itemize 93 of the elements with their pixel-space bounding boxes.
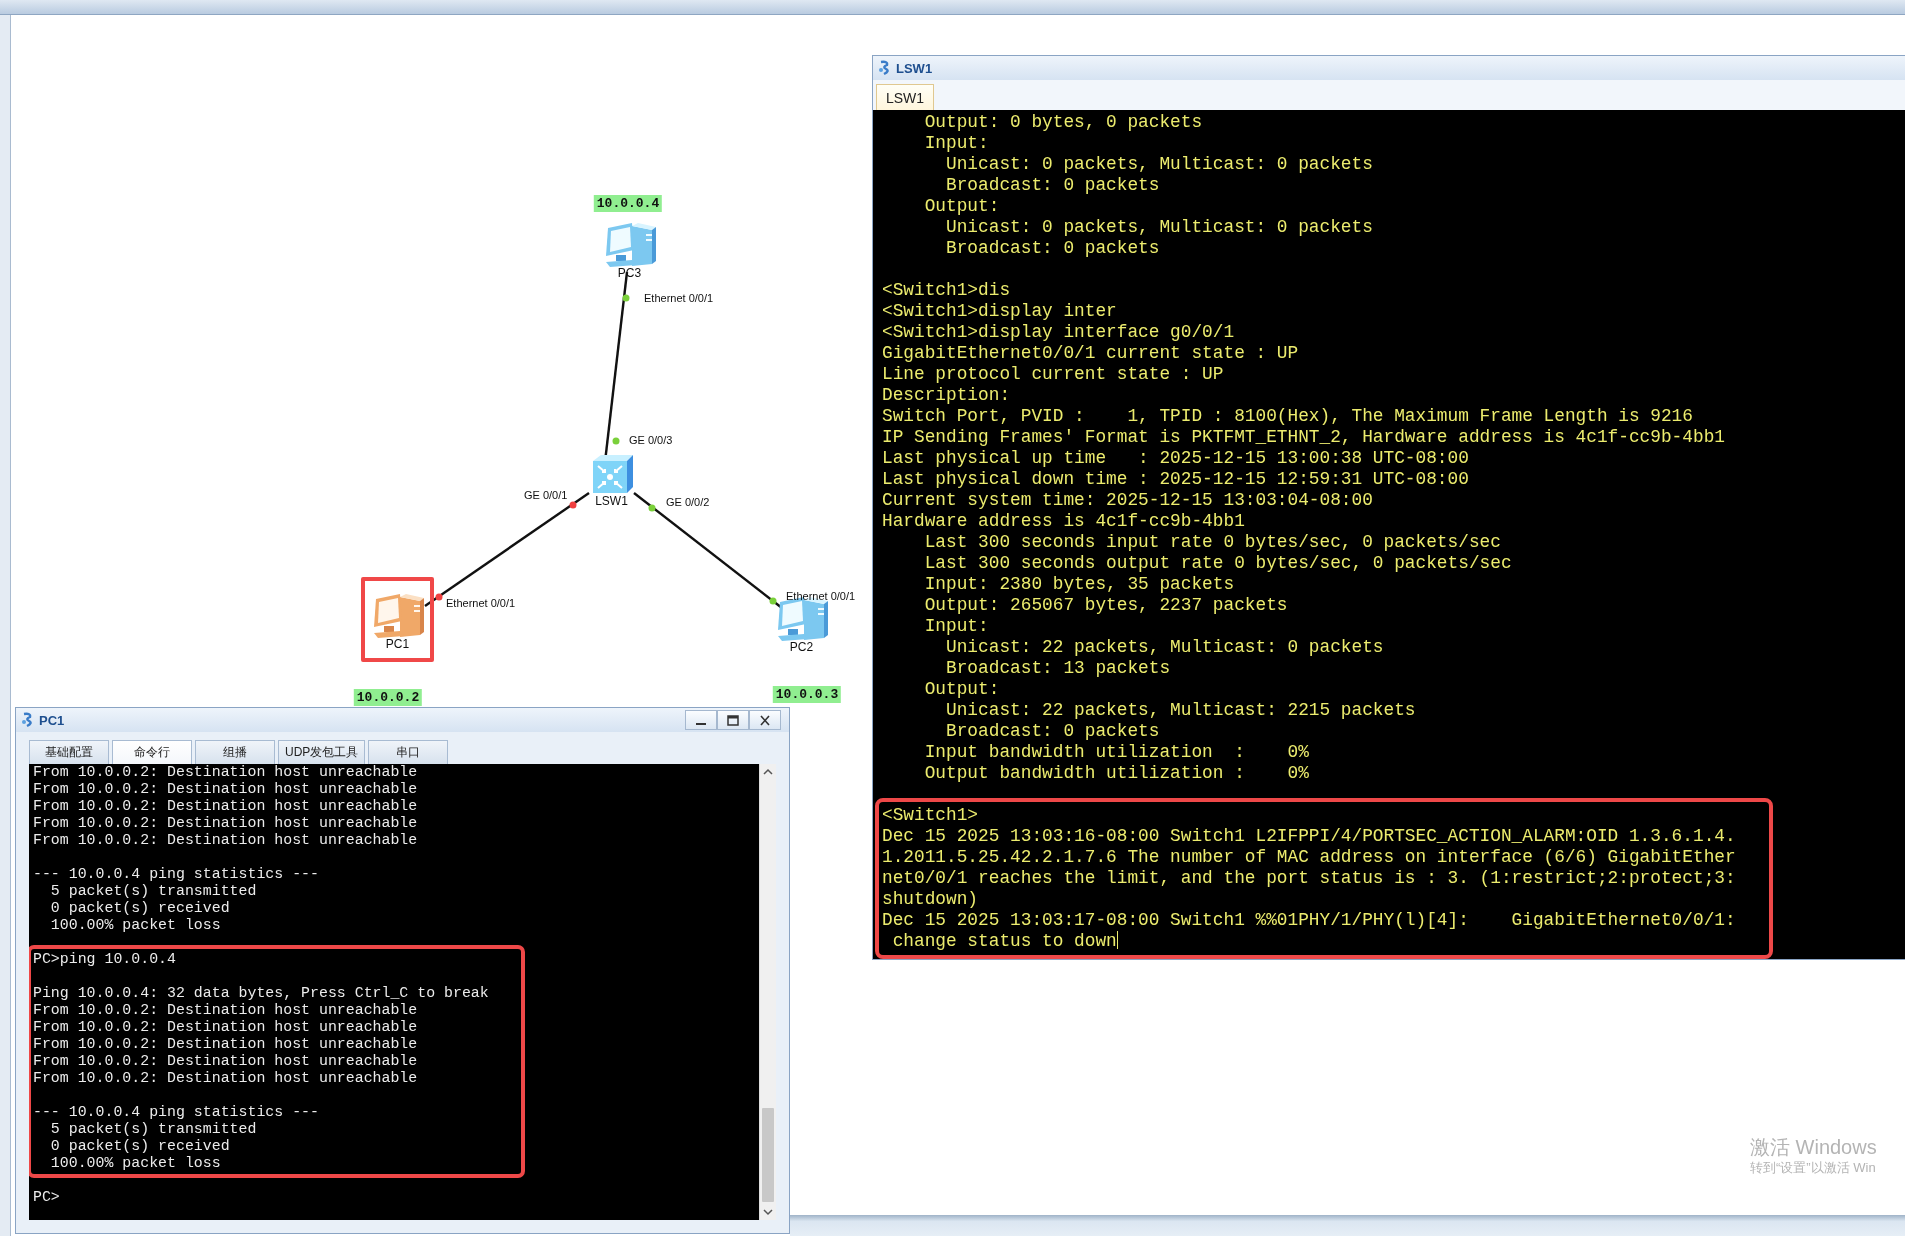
terminal-line: Ping 10.0.0.4: 32 data bytes, Press Ctrl_C to break xyxy=(33,985,489,1001)
device-label: PC1 xyxy=(385,638,410,651)
terminal-line: Output: 265067 bytes, 2237 packets xyxy=(923,595,1288,615)
port-label: GE 0/0/1 xyxy=(524,489,568,502)
tab[interactable]: 组播 xyxy=(195,740,275,764)
terminal-line: Input: xyxy=(923,133,989,153)
terminal-line: <Switch1>display interface g0/0/1 xyxy=(882,322,1235,342)
terminal-line: From 10.0.0.2: Destination host unreachable xyxy=(33,1019,418,1035)
terminal-line: Last physical down time : 2025-12-15 12:59:31 UTC-08:00 xyxy=(882,469,1469,489)
terminal-line: Dec 15 2025 13:03:16-08:00 Switch1 L2IFPPI/4/PORTSEC_ACTION_ALARM:OID 1.3.6.1.4. xyxy=(882,826,1736,846)
terminal-line: Current system time: 2025-12-15 13:03:04-08:00 xyxy=(882,490,1373,510)
terminal-line: change status to down xyxy=(891,931,1117,951)
close-button[interactable] xyxy=(749,710,781,730)
terminal-line: From 10.0.0.2: Destination host unreachable xyxy=(33,815,418,831)
terminal-line: Input: xyxy=(923,616,989,636)
terminal-line: Broadcast: 0 packets xyxy=(945,238,1160,258)
terminal-line: PC> xyxy=(33,1189,60,1205)
terminal-line: 100.00% packet loss xyxy=(49,1155,221,1171)
app-icon xyxy=(878,60,892,76)
terminal-line: Unicast: 22 packets, Multicast: 2215 packets xyxy=(945,700,1416,720)
selection-frame[interactable]: PC1 xyxy=(361,577,434,662)
minimize-icon xyxy=(696,723,706,725)
minimize-button[interactable] xyxy=(685,710,717,730)
terminal-line: From 10.0.0.2: Destination host unreachable xyxy=(33,1070,418,1086)
terminal-line: Switch Port, PVID : 1, TPID : 8100(Hex), The Maximum Frame Length is 9216 xyxy=(882,406,1693,426)
terminal-line: --- 10.0.0.4 ping statistics --- xyxy=(33,1104,319,1120)
ip-address-label: 10.0.0.3 xyxy=(772,686,842,703)
terminal-line: 0 packet(s) received xyxy=(49,1138,230,1154)
terminal-line: 100.00% packet loss xyxy=(49,917,221,933)
terminal-line: Unicast: 0 packets, Multicast: 0 packets xyxy=(945,154,1373,174)
terminal-line: From 10.0.0.2: Destination host unreachable xyxy=(33,1053,418,1069)
maximize-button[interactable] xyxy=(717,710,749,730)
terminal-line: <Switch1> xyxy=(882,805,979,825)
ip-address-label: 10.0.0.4 xyxy=(593,195,663,212)
scrollbar[interactable] xyxy=(759,764,776,1220)
tab[interactable]: 命令行 xyxy=(112,740,192,764)
terminal-line: PC>ping 10.0.0.4 xyxy=(33,951,176,967)
terminal-line: <Switch1>dis xyxy=(882,280,1011,300)
tab[interactable]: 串口 xyxy=(368,740,449,764)
maximize-icon xyxy=(725,713,741,727)
terminal-line: Dec 15 2025 13:03:17-08:00 Switch1 %%01PHY/1/PHY(l)[4]: GigabitEthernet0/0/1: xyxy=(882,910,1736,930)
tab[interactable]: LSW1 xyxy=(876,84,934,110)
terminal-line: From 10.0.0.2: Destination host unreachable xyxy=(33,1036,418,1052)
activation-title: 激活 Windows xyxy=(1750,1135,1877,1159)
terminal-line: Unicast: 0 packets, Multicast: 0 packets xyxy=(945,217,1373,237)
device-label: PC2 xyxy=(789,641,814,654)
app-icon xyxy=(21,712,35,728)
terminal-line: --- 10.0.0.4 ping statistics --- xyxy=(33,866,319,882)
device-label: LSW1 xyxy=(595,495,628,508)
port-label: GE 0/0/2 xyxy=(666,496,710,509)
terminal-line: Hardware address is 4c1f-cc9b-4bb1 xyxy=(882,511,1245,531)
terminal-line: 5 packet(s) transmitted xyxy=(49,1121,257,1137)
terminal-line: From 10.0.0.2: Destination host unreachable xyxy=(33,1002,418,1018)
port-label: Ethernet 0/0/1 xyxy=(644,292,714,305)
terminal-line: Output: 0 bytes, 0 packets xyxy=(923,112,1203,132)
tab[interactable]: 基础配置 xyxy=(29,740,109,764)
terminal-line: <Switch1>display inter xyxy=(882,301,1117,321)
terminal-line: 0 packet(s) received xyxy=(49,900,230,916)
terminal-line: Input: 2380 bytes, 35 packets xyxy=(923,574,1235,594)
terminal-line: Last 300 seconds output rate 0 bytes/sec, 0 packets/sec xyxy=(923,553,1512,573)
terminal-line: From 10.0.0.2: Destination host unreachable xyxy=(33,764,418,780)
terminal-line: Unicast: 22 packets, Multicast: 0 packets xyxy=(945,637,1384,657)
terminal-line: 1.2011.5.25.42.2.1.7.6 The number of MAC address on interface (6/6) GigabitEther xyxy=(882,847,1736,867)
terminal-line: IP Sending Frames' Format is PKTFMT_ETHNT_2, Hardware address is 4c1f-cc9b-4bb1 xyxy=(882,427,1725,447)
tab[interactable]: UDP发包工具 xyxy=(278,740,366,764)
terminal-line: From 10.0.0.2: Destination host unreachable xyxy=(33,832,418,848)
terminal-line: net0/0/1 reaches the limit, and the port status is : 3. (1:restrict;2:protect;3: xyxy=(882,868,1736,888)
terminal-line: Line protocol current state : UP xyxy=(882,364,1224,384)
terminal-line: Output: xyxy=(923,196,1000,216)
window-title: LSW1 xyxy=(896,60,933,76)
device-label: PC3 xyxy=(617,267,642,280)
terminal-line: Last physical up time : 2025-12-15 13:00:38 UTC-08:00 xyxy=(882,448,1469,468)
terminal-line: Output bandwidth utilization : 0% xyxy=(923,763,1309,783)
port-label: Ethernet 0/0/1 xyxy=(446,597,516,610)
terminal-line: Broadcast: 0 packets xyxy=(945,721,1160,741)
terminal-line: Last 300 seconds input rate 0 bytes/sec, 0 packets/sec xyxy=(923,532,1501,552)
activation-hint: 转到“设置”以激活 Win xyxy=(1750,1159,1876,1176)
ip-address-label: 10.0.0.2 xyxy=(353,689,423,706)
terminal-line: Broadcast: 0 packets xyxy=(945,175,1160,195)
terminal-line: shutdown) xyxy=(882,889,979,909)
terminal-line: Input bandwidth utilization : 0% xyxy=(923,742,1309,762)
terminal-line: Description: xyxy=(882,385,1011,405)
terminal-line: From 10.0.0.2: Destination host unreachable xyxy=(33,798,418,814)
terminal-line: Broadcast: 13 packets xyxy=(945,658,1171,678)
port-label: GE 0/0/3 xyxy=(629,434,673,447)
port-label: Ethernet 0/0/1 xyxy=(786,590,856,603)
terminal-line: Output: xyxy=(923,679,1000,699)
close-icon xyxy=(757,713,773,727)
terminal-line: 5 packet(s) transmitted xyxy=(49,883,257,899)
terminal-line: From 10.0.0.2: Destination host unreachable xyxy=(33,781,418,797)
terminal-line: GigabitEthernet0/0/1 current state : UP xyxy=(882,343,1299,363)
scroll-thumb[interactable] xyxy=(762,1108,774,1202)
window-title: PC1 xyxy=(39,712,65,728)
